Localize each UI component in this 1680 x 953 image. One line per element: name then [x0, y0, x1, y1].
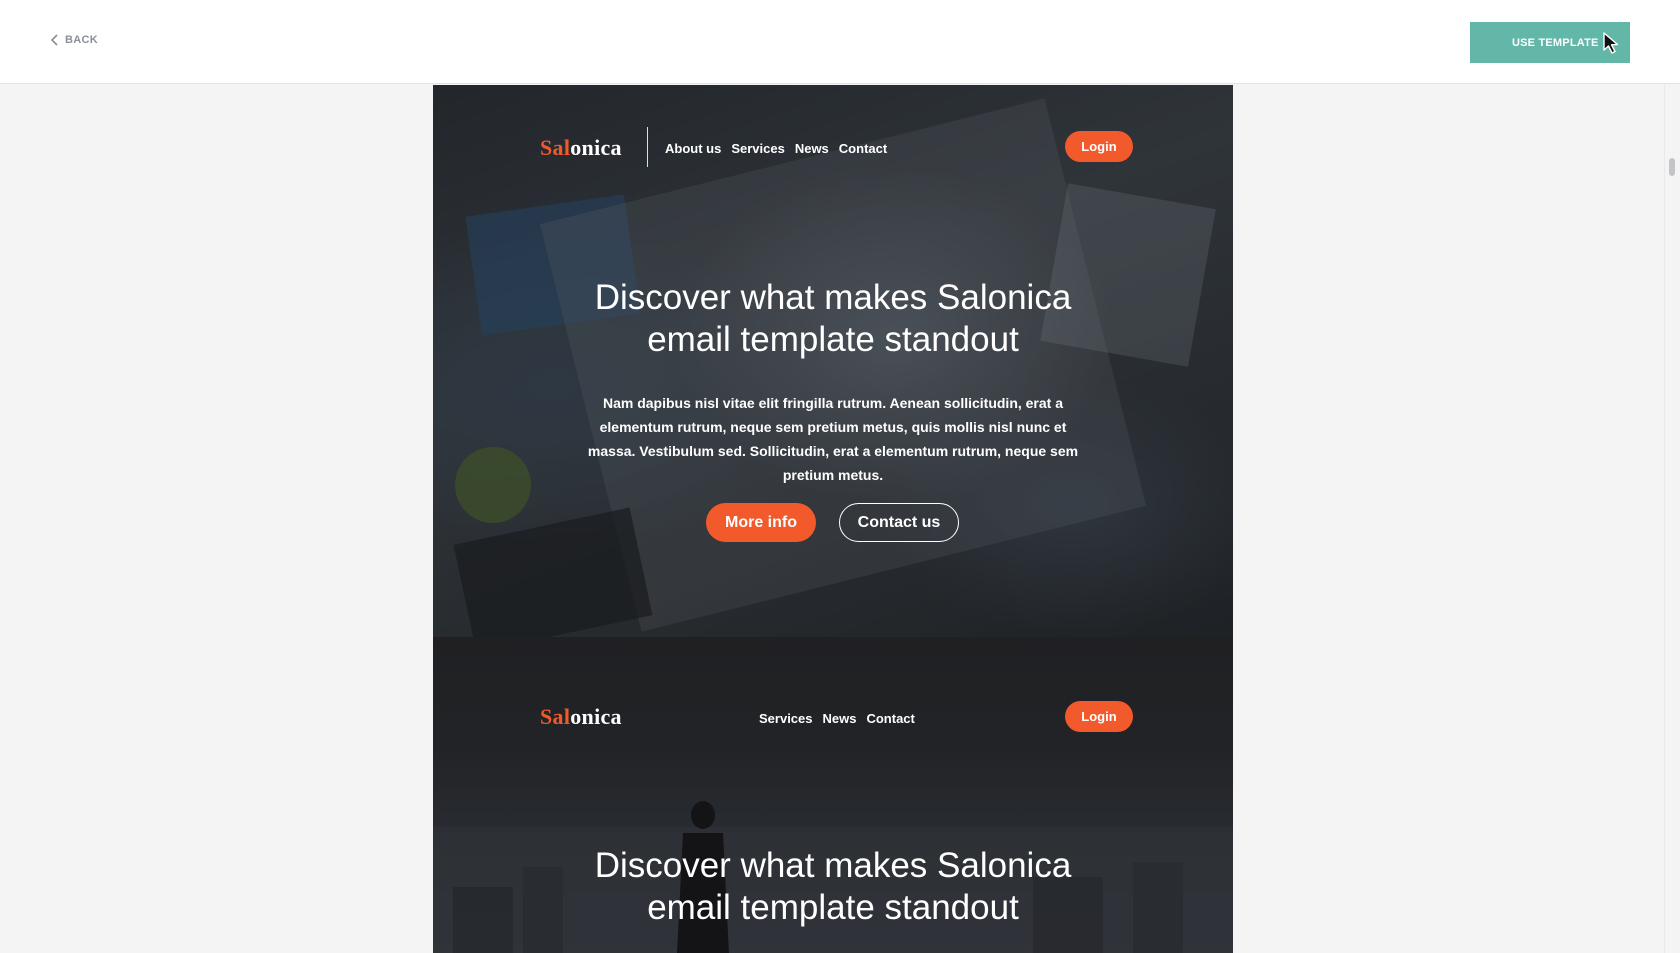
- main-nav: About us Services News Contact: [665, 141, 887, 156]
- hero-background-image: [433, 85, 1233, 637]
- more-info-button[interactable]: More info: [706, 503, 816, 542]
- login-button-2[interactable]: Login: [1065, 701, 1133, 732]
- login-button[interactable]: Login: [1065, 131, 1133, 162]
- nav-2-news[interactable]: News: [823, 711, 857, 726]
- template-preview: Salonica About us Services News Contact …: [433, 85, 1233, 953]
- hero-body-text: Nam dapibus nisl vitae elit fringilla ru…: [587, 395, 1079, 483]
- hero-headline-2-line-1: Discover what makes Salonica: [594, 846, 1072, 885]
- hero-section-2: Salonica Services News Contact Login Dis…: [433, 637, 1233, 953]
- nav-news[interactable]: News: [795, 141, 829, 156]
- mouse-cursor-icon: [1603, 32, 1619, 54]
- scrollbar-thumb[interactable]: [1669, 158, 1675, 176]
- back-label: BACK: [65, 34, 98, 46]
- nav-about-us[interactable]: About us: [665, 141, 721, 156]
- use-template-label: USE TEMPLATE: [1512, 36, 1599, 49]
- hero-headline-line-2: email template standout: [647, 320, 1019, 359]
- nav-2-services[interactable]: Services: [759, 711, 813, 726]
- nav-contact[interactable]: Contact: [839, 141, 887, 156]
- hero-headline: Discover what makes Salonica email templ…: [433, 277, 1233, 361]
- header-divider: [647, 127, 648, 167]
- hero-headline-2-line-2: email template standout: [647, 888, 1019, 927]
- nav-services[interactable]: Services: [731, 141, 785, 156]
- hero-section-1: Salonica About us Services News Contact …: [433, 85, 1233, 637]
- back-link[interactable]: BACK: [50, 34, 98, 46]
- brand-logo[interactable]: Salonica: [540, 135, 622, 161]
- brand-logo-2-accent: Sal: [540, 704, 571, 729]
- nav-2-contact[interactable]: Contact: [866, 711, 914, 726]
- brand-logo-accent: Sal: [540, 135, 571, 160]
- main-nav-2: Services News Contact: [759, 711, 915, 726]
- hero-headline-2: Discover what makes Salonica email templ…: [433, 845, 1233, 929]
- brand-logo-rest: onica: [570, 135, 622, 160]
- brand-logo-2-rest: onica: [570, 704, 622, 729]
- top-bar: BACK USE TEMPLATE: [0, 0, 1680, 84]
- hero-headline-line-1: Discover what makes Salonica: [594, 278, 1072, 317]
- chevron-left-icon: [50, 34, 58, 46]
- contact-us-button[interactable]: Contact us: [839, 503, 959, 542]
- brand-logo-2[interactable]: Salonica: [540, 704, 622, 730]
- scrollbar-track[interactable]: [1664, 84, 1680, 953]
